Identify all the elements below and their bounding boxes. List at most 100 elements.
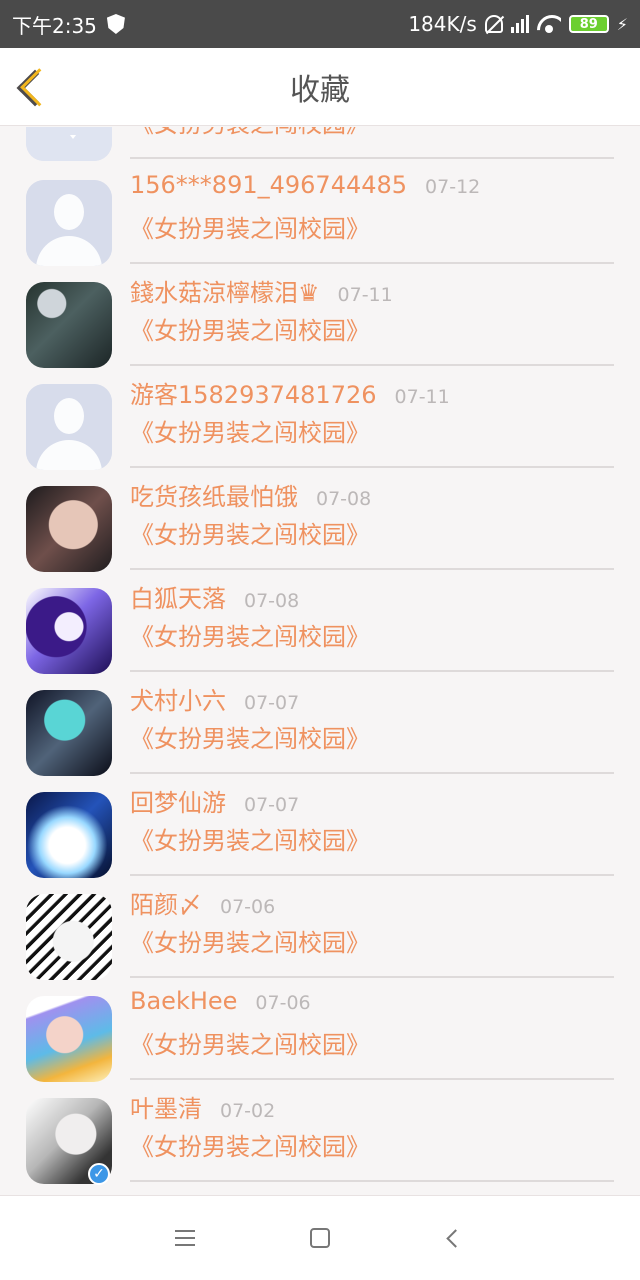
user-name: 回梦仙游 <box>130 789 226 817</box>
favorite-item[interactable]: 吃货孩纸最怕饿 07-08 《女扮男装之闯校园》 <box>0 468 640 572</box>
favorite-item[interactable]: 回梦仙游 07-07 《女扮男装之闯校园》 <box>0 774 640 878</box>
battery-level: 89 <box>579 16 598 32</box>
book-title: 《女扮男装之闯校园》 <box>130 215 370 243</box>
user-line: 叶墨清 07-02 <box>130 1089 275 1124</box>
book-title: 《女扮男装之闯校园》 <box>130 127 370 139</box>
favorite-date: 07-07 <box>244 692 300 714</box>
user-line: 156***891_496744485 07-12 <box>130 171 480 199</box>
avatar <box>26 180 112 266</box>
book-title: 《女扮男装之闯校园》 <box>130 1031 370 1059</box>
user-line: 白狐天落 07-08 <box>130 579 299 614</box>
favorite-content: 游客1582937481726 07-11 《女扮男装之闯校园》 <box>130 366 614 468</box>
book-title: 《女扮男装之闯校园》 <box>130 1133 370 1161</box>
favorite-content: 吃货孩纸最怕饿 07-08 《女扮男装之闯校园》 <box>130 468 614 570</box>
avatar <box>26 690 112 776</box>
default-user-avatar <box>26 384 112 470</box>
favorite-item[interactable]: 白狐天落 07-08 《女扮男装之闯校园》 <box>0 570 640 674</box>
book-title: 《女扮男装之闯校园》 <box>130 419 370 447</box>
user-name: 白狐天落 <box>130 585 226 613</box>
book-title: 《女扮男装之闯校园》 <box>130 317 370 345</box>
back-chevron-icon <box>16 69 54 107</box>
user-name: 叶墨清 <box>130 1095 202 1123</box>
favorite-date: 07-02 <box>220 1100 276 1122</box>
user-line: BaekHee 07-06 <box>130 987 311 1015</box>
favorite-date: 07-08 <box>244 590 300 612</box>
favorite-item[interactable]: 犬村小六 07-07 《女扮男装之闯校园》 <box>0 672 640 776</box>
favorite-item[interactable]: 錢水菇涼檸檬泪♛ 07-11 《女扮男装之闯校园》 <box>0 264 640 368</box>
favorite-content: 犬村小六 07-07 《女扮男装之闯校园》 <box>130 672 614 774</box>
muted-bell-icon <box>484 15 503 33</box>
favorite-item[interactable]: 游客1582937481726 07-11 《女扮男装之闯校园》 <box>0 366 640 470</box>
favorite-date: 07-11 <box>337 284 393 306</box>
book-title: 《女扮男装之闯校园》 <box>130 521 370 549</box>
menu-icon <box>175 1230 195 1246</box>
avatar-image <box>26 690 112 776</box>
user-line: 吃货孩纸最怕饿 07-08 <box>130 477 371 512</box>
avatar-image <box>26 996 112 1082</box>
status-left: 下午2:35 <box>12 10 125 39</box>
avatar <box>26 127 112 161</box>
favorite-content: 叶墨清 07-02 《女扮男装之闯校园》 <box>130 1080 614 1182</box>
favorites-list: 《女扮男装之闯校园》 156***891_496744485 07-12 《女扮… <box>0 127 640 1195</box>
avatar <box>26 996 112 1082</box>
user-line: 陌颜〆 07-06 <box>130 885 275 920</box>
user-name: BaekHee <box>130 987 238 1015</box>
book-title: 《女扮男装之闯校园》 <box>130 929 370 957</box>
avatar <box>26 282 112 368</box>
status-bar: 下午2:35 184K/s 89 ⚡ <box>0 0 640 48</box>
avatar-image <box>26 486 112 572</box>
book-title: 《女扮男装之闯校园》 <box>130 827 370 855</box>
verified-badge-icon: ✓ <box>88 1163 110 1185</box>
avatar <box>26 384 112 470</box>
avatar-image <box>26 282 112 368</box>
favorite-content: 陌颜〆 07-06 《女扮男装之闯校园》 <box>130 876 614 978</box>
home-icon <box>310 1228 330 1248</box>
favorite-content: 白狐天落 07-08 《女扮男装之闯校园》 <box>130 570 614 672</box>
avatar-image <box>26 792 112 878</box>
favorite-date: 07-06 <box>220 896 276 918</box>
user-name: 吃货孩纸最怕饿 <box>130 483 298 511</box>
battery-icon: 89 <box>568 15 609 33</box>
favorite-date: 07-07 <box>244 794 300 816</box>
avatar-image <box>26 894 112 980</box>
user-name: 錢水菇涼檸檬泪♛ <box>130 279 320 307</box>
book-title: 《女扮男装之闯校园》 <box>130 725 370 753</box>
shield-icon <box>106 14 125 34</box>
back-button[interactable] <box>14 64 56 112</box>
book-title: 《女扮男装之闯校园》 <box>130 623 370 651</box>
system-navigation-bar <box>0 1195 640 1280</box>
user-name: 156***891_496744485 <box>130 171 408 199</box>
avatar-image <box>26 588 112 674</box>
avatar <box>26 792 112 878</box>
favorite-date: 07-06 <box>255 992 311 1014</box>
wifi-icon <box>537 15 561 33</box>
favorite-content: 回梦仙游 07-07 《女扮男装之闯校园》 <box>130 774 614 876</box>
user-line: 回梦仙游 07-07 <box>130 783 299 818</box>
user-line: 犬村小六 07-07 <box>130 681 299 716</box>
favorite-item[interactable]: 156***891_496744485 07-12 《女扮男装之闯校园》 <box>0 162 640 266</box>
signal-icon <box>510 15 529 33</box>
favorite-date: 07-11 <box>394 386 450 408</box>
home-button[interactable] <box>300 1218 340 1258</box>
avatar <box>26 486 112 572</box>
user-line: 錢水菇涼檸檬泪♛ 07-11 <box>130 273 393 308</box>
user-name: 犬村小六 <box>130 687 226 715</box>
back-icon <box>445 1228 465 1248</box>
user-line: 游客1582937481726 07-11 <box>130 375 450 410</box>
favorite-item[interactable]: BaekHee 07-06 《女扮男装之闯校园》 <box>0 978 640 1082</box>
avatar <box>26 894 112 980</box>
favorite-date: 07-12 <box>425 176 481 198</box>
user-name: 游客1582937481726 <box>130 381 377 409</box>
page-title: 收藏 <box>290 72 350 108</box>
status-right: 184K/s 89 ⚡ <box>408 12 628 36</box>
favorite-item[interactable]: 陌颜〆 07-06 《女扮男装之闯校园》 <box>0 876 640 980</box>
charging-icon: ⚡ <box>616 14 628 34</box>
system-back-button[interactable] <box>435 1218 475 1258</box>
avatar-image <box>26 127 112 161</box>
user-name: 陌颜〆 <box>130 891 202 919</box>
page-header: 收藏 <box>0 48 640 126</box>
status-time: 下午2:35 <box>12 13 97 38</box>
menu-button[interactable] <box>165 1218 205 1258</box>
favorite-item[interactable]: 《女扮男装之闯校园》 <box>0 127 640 161</box>
avatar <box>26 588 112 674</box>
